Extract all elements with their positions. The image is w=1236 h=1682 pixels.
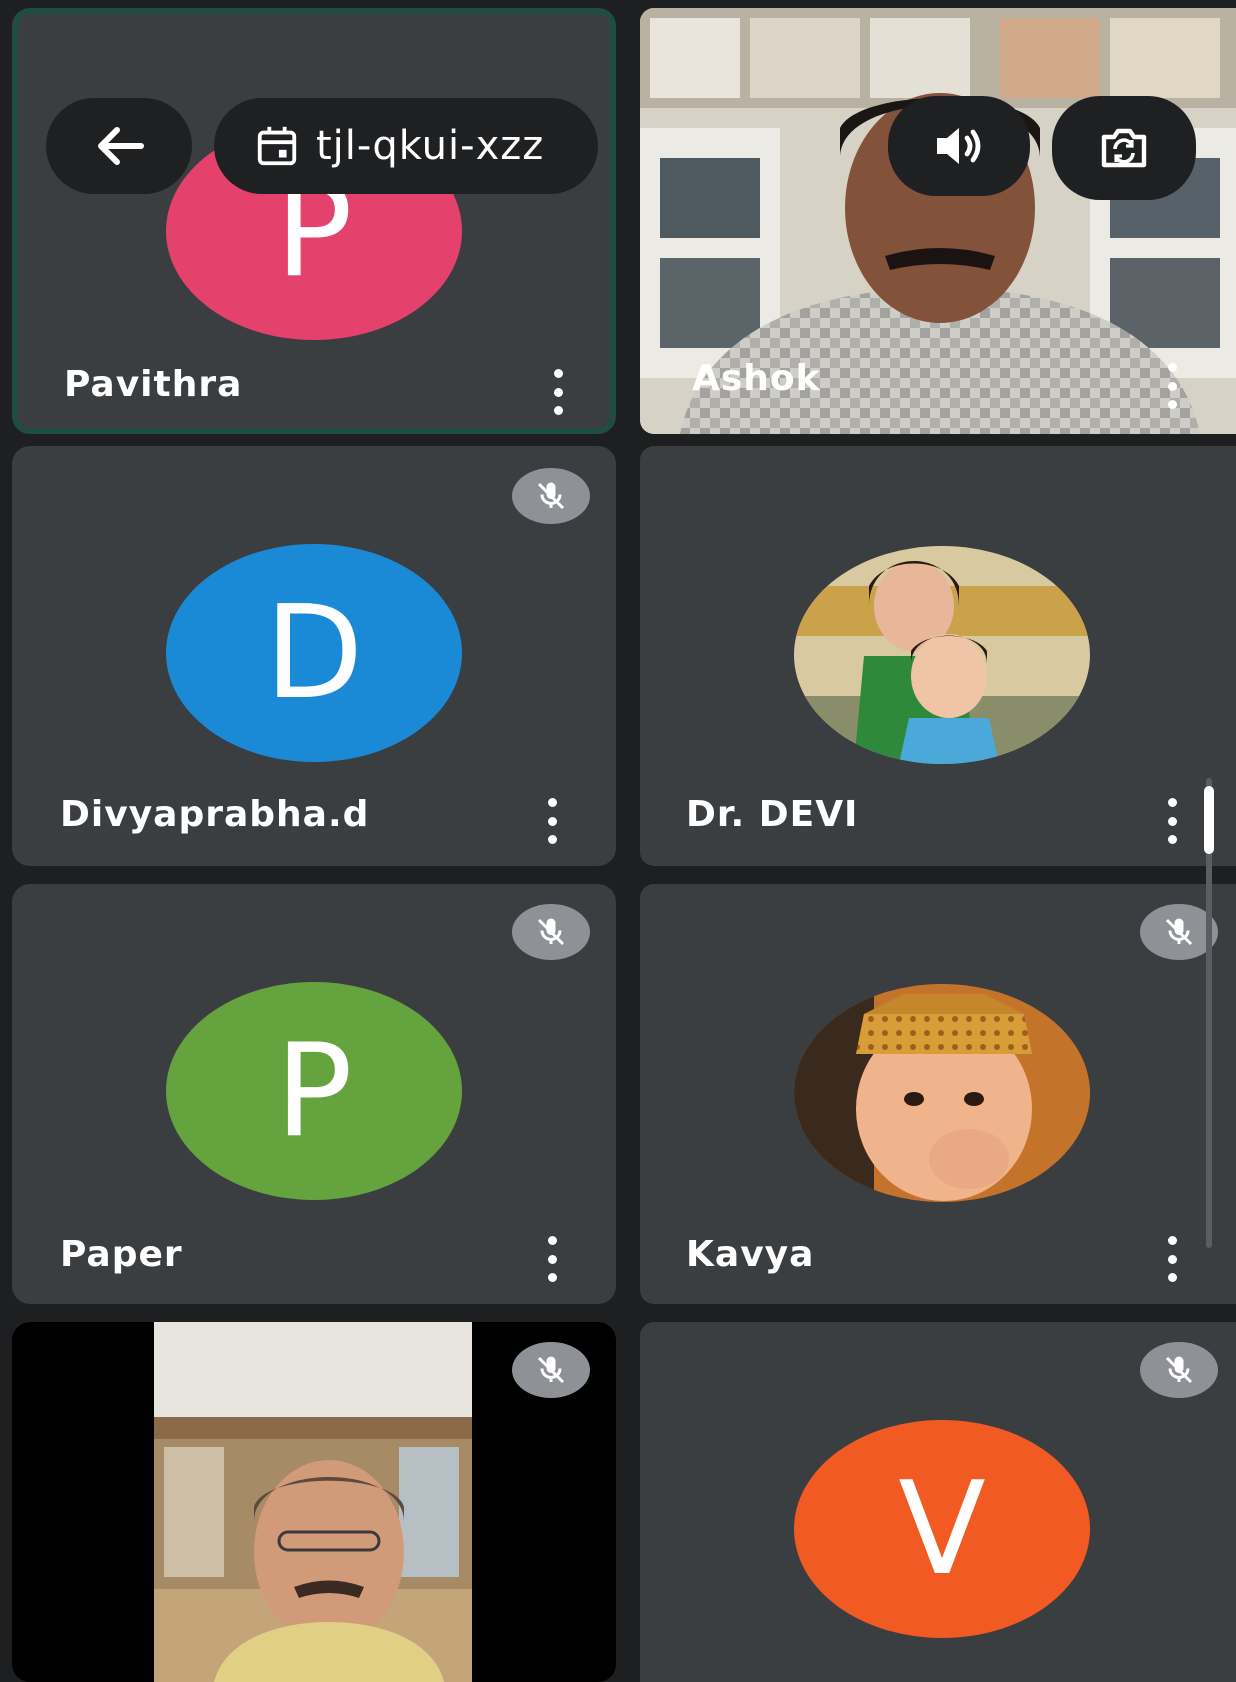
participant-profile-photo (794, 546, 1090, 764)
back-button[interactable] (46, 98, 192, 194)
speaker-button[interactable] (888, 96, 1030, 196)
participant-name: Kavya (686, 1234, 815, 1275)
switch-camera-button[interactable] (1052, 96, 1196, 200)
meeting-code: tjl-qkui-xzz (316, 123, 545, 169)
participant-tile-ashok[interactable]: Ashok (640, 8, 1236, 434)
more-options-icon[interactable] (548, 369, 568, 415)
more-options-icon[interactable] (542, 1236, 562, 1282)
mic-off-icon (512, 904, 590, 960)
avatar-initial: P (275, 1016, 353, 1166)
mic-off-icon (512, 468, 590, 524)
participant-tile-dr-devi[interactable]: Dr. DEVI (640, 446, 1236, 866)
arrow-left-icon (98, 127, 144, 165)
participant-video-feed (154, 1322, 472, 1682)
switch-camera-icon (1101, 128, 1147, 168)
scrollbar-thumb[interactable] (1204, 786, 1214, 854)
avatar-initial: D (264, 578, 364, 728)
participant-name: Ashok (692, 358, 821, 399)
participant-tile-divyaprabha[interactable]: D Divyaprabha.d (12, 446, 616, 866)
participant-name: Divyaprabha.d (60, 794, 370, 835)
meeting-info-button[interactable]: tjl-qkui-xzz (214, 98, 598, 194)
participant-name: Pavithra (64, 364, 243, 405)
participant-tile-pavithra[interactable]: P Pavithra (12, 8, 616, 434)
participant-name: Paper (60, 1234, 183, 1275)
participant-name: Dr. DEVI (686, 794, 859, 835)
participant-avatar: V (794, 1420, 1090, 1638)
participant-avatar: D (166, 544, 462, 762)
avatar-initial: V (898, 1454, 986, 1604)
participant-tile-v[interactable]: V (640, 1322, 1236, 1682)
speaker-icon (937, 128, 981, 164)
more-options-icon[interactable] (1162, 363, 1182, 409)
participant-tile-paper[interactable]: P Paper (12, 884, 616, 1304)
more-options-icon[interactable] (1162, 1236, 1182, 1282)
calendar-icon (257, 126, 297, 166)
participant-tile-video[interactable] (12, 1322, 616, 1682)
participant-avatar: P (166, 982, 462, 1200)
more-options-icon[interactable] (542, 798, 562, 844)
participant-tile-kavya[interactable]: Kavya (640, 884, 1236, 1304)
mic-off-icon (1140, 1342, 1218, 1398)
more-options-icon[interactable] (1162, 798, 1182, 844)
mic-off-icon (512, 1342, 590, 1398)
participant-profile-photo (794, 984, 1090, 1202)
